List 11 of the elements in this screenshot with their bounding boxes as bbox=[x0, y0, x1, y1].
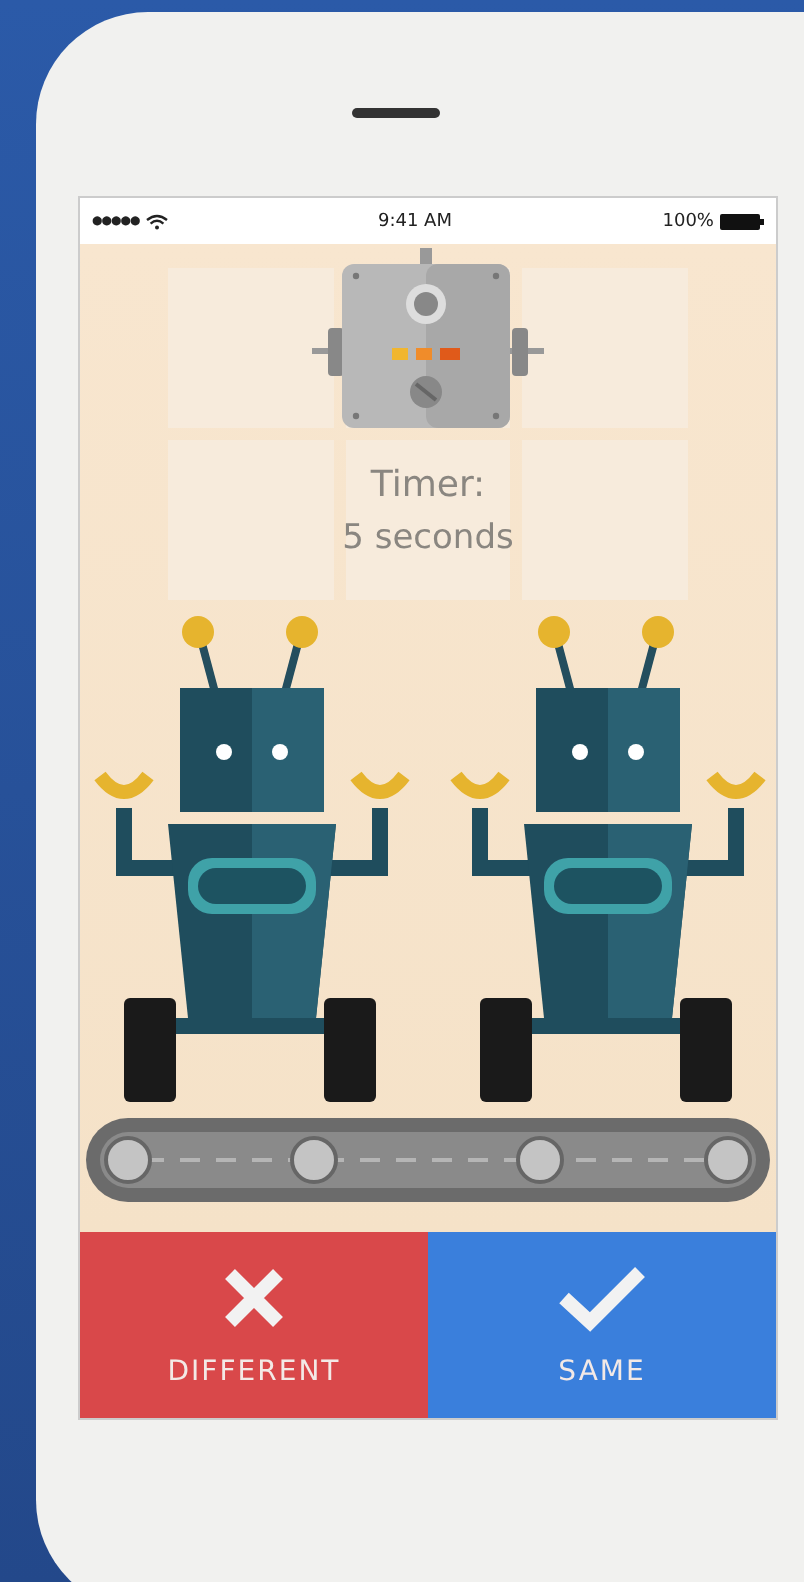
close-icon bbox=[220, 1263, 288, 1331]
status-time: 9:41 AM bbox=[377, 211, 452, 231]
battery-percent: 100% bbox=[662, 211, 714, 231]
wifi-icon bbox=[145, 213, 168, 229]
checkmark-icon bbox=[556, 1263, 648, 1331]
speaker-grille bbox=[352, 108, 440, 118]
same-button[interactable]: SAME bbox=[428, 1232, 776, 1418]
battery-icon bbox=[719, 213, 764, 229]
timer-value: 5 seconds bbox=[342, 518, 514, 558]
timer-label: Timer: bbox=[370, 464, 486, 506]
different-button[interactable]: DIFFERENT bbox=[80, 1232, 428, 1418]
